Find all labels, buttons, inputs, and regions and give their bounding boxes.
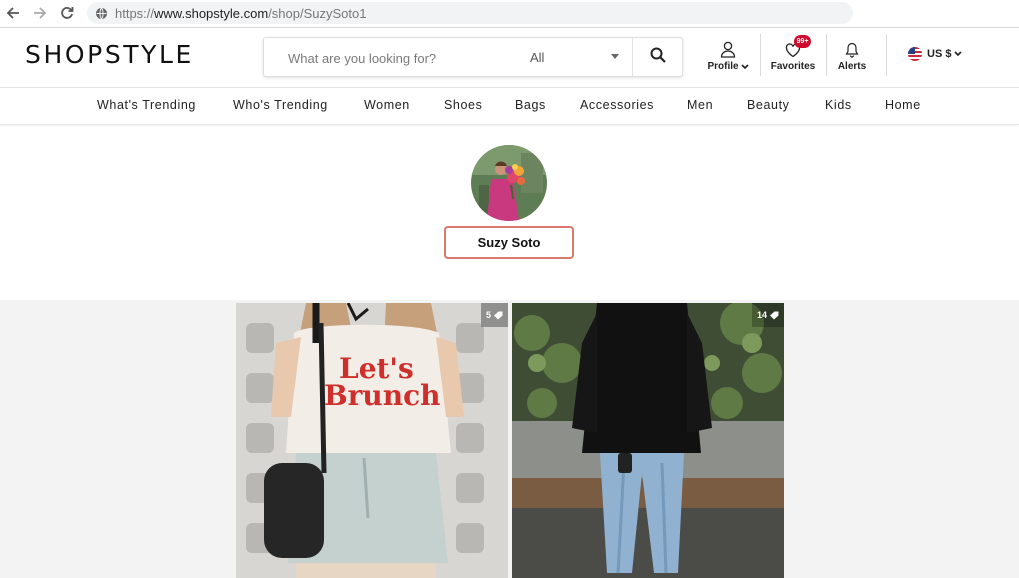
alerts-link[interactable]: Alerts bbox=[834, 38, 870, 72]
shirt-print-text: Brunch bbox=[324, 379, 441, 412]
profile-menu[interactable]: Profile bbox=[707, 38, 749, 72]
currency-label: US $ bbox=[927, 48, 952, 60]
header-divider bbox=[760, 34, 761, 76]
product-count: 5 bbox=[485, 310, 491, 320]
post-card[interactable]: 14 bbox=[512, 303, 784, 578]
bell-icon bbox=[845, 38, 859, 58]
nav-item-home[interactable]: Home bbox=[885, 98, 921, 112]
nav-item-kids[interactable]: Kids bbox=[825, 98, 852, 112]
us-flag-icon bbox=[908, 47, 922, 61]
product-count-badge[interactable]: 14 bbox=[751, 303, 784, 327]
caret-down-icon bbox=[611, 54, 619, 59]
search-category-select[interactable]: All bbox=[514, 38, 632, 76]
post-card[interactable]: Let's Brunch 5 bbox=[236, 303, 508, 578]
nav-item-bags[interactable]: Bags bbox=[515, 98, 546, 112]
chevron-down-icon bbox=[740, 63, 749, 70]
category-nav: What's Trending Who's Trending Women Sho… bbox=[0, 87, 1019, 125]
search-button[interactable] bbox=[632, 38, 683, 76]
browser-toolbar: https://www.shopstyle.com/shop/SuzySoto1 bbox=[0, 0, 1019, 28]
profile-avatar bbox=[471, 145, 547, 221]
reload-icon[interactable] bbox=[58, 4, 76, 22]
tag-icon bbox=[494, 311, 503, 320]
tag-icon bbox=[770, 311, 779, 320]
back-arrow-icon[interactable] bbox=[4, 4, 22, 22]
url-protocol: https:// bbox=[115, 5, 155, 21]
heart-icon: 99+ bbox=[785, 35, 811, 58]
url-path: /shop/SuzySoto1 bbox=[268, 5, 367, 21]
nav-item-shoes[interactable]: Shoes bbox=[444, 98, 482, 112]
posts-feed: Let's Brunch 5 14 bbox=[0, 300, 1019, 578]
profile-label: Profile bbox=[707, 61, 739, 72]
forward-arrow-icon[interactable] bbox=[31, 4, 49, 22]
nav-item-accessories[interactable]: Accessories bbox=[580, 98, 654, 112]
header-divider bbox=[886, 34, 887, 76]
address-bar[interactable]: https://www.shopstyle.com/shop/SuzySoto1 bbox=[87, 2, 853, 24]
search-input[interactable] bbox=[288, 49, 508, 67]
post-image bbox=[512, 303, 784, 578]
profile-name[interactable]: Suzy Soto bbox=[444, 226, 574, 259]
site-header: SHOPSTYLE All Profile 99+ Favorites bbox=[0, 29, 1019, 87]
product-count: 14 bbox=[756, 310, 767, 320]
favorites-link[interactable]: 99+ Favorites bbox=[770, 35, 816, 72]
search-bar: All bbox=[263, 37, 683, 77]
nav-item-men[interactable]: Men bbox=[687, 98, 713, 112]
product-count-badge[interactable]: 5 bbox=[480, 303, 508, 327]
nav-item-whos-trending[interactable]: Who's Trending bbox=[233, 98, 328, 112]
header-divider bbox=[826, 34, 827, 76]
site-info-icon[interactable] bbox=[95, 6, 109, 20]
post-image: Let's Brunch bbox=[236, 303, 508, 578]
nav-item-women[interactable]: Women bbox=[364, 98, 410, 112]
currency-selector[interactable]: US $ bbox=[908, 47, 963, 61]
nav-item-whats-trending[interactable]: What's Trending bbox=[97, 98, 196, 112]
shopstyle-logo[interactable]: SHOPSTYLE bbox=[25, 40, 194, 69]
user-icon bbox=[720, 38, 736, 58]
url-host: www.shopstyle.com bbox=[154, 5, 269, 21]
nav-item-beauty[interactable]: Beauty bbox=[747, 98, 790, 112]
alerts-label: Alerts bbox=[837, 61, 867, 72]
favorites-label: Favorites bbox=[770, 61, 816, 72]
favorites-count-badge: 99+ bbox=[794, 35, 811, 48]
search-category-value: All bbox=[530, 49, 545, 65]
chevron-down-icon bbox=[954, 51, 963, 57]
search-icon bbox=[650, 47, 666, 68]
